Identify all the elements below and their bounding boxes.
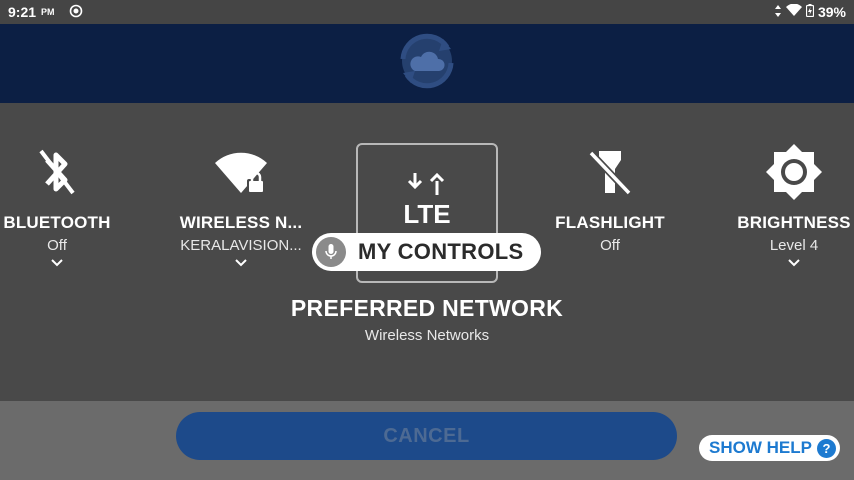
tile-value: Level 4 (769, 237, 819, 254)
my-controls-voice-pill[interactable]: MY CONTROLS (312, 233, 541, 271)
battery-icon (805, 4, 815, 20)
tile-value: KERALAVISION... (180, 237, 302, 254)
tile-value: Off (47, 237, 67, 254)
cloud-sync-icon (391, 29, 463, 98)
brightness-icon (724, 141, 854, 203)
tile-label: FLASHLIGHT (555, 213, 665, 232)
tile-flashlight[interactable]: FLASHLIGHT Off (540, 141, 680, 254)
status-ampm: PM (41, 7, 55, 17)
tile-label: WIRELESS N... (179, 213, 303, 232)
flashlight-off-icon (540, 141, 680, 203)
tile-brightness[interactable]: BRIGHTNESS Level 4 (724, 141, 854, 272)
mic-icon (316, 237, 346, 267)
chevron-down-icon[interactable] (171, 258, 311, 272)
selected-subtitle: Wireless Networks (364, 327, 490, 344)
lte-icon: LTE (401, 172, 453, 229)
lte-text: LTE (403, 199, 451, 229)
battery-percent: 39% (817, 4, 846, 20)
data-transfer-icon (774, 4, 782, 20)
tile-value: Off (600, 237, 620, 254)
quick-controls-screen: 9:21 PM 39% BLUETOOTH Off WIRELESS N... … (0, 0, 854, 480)
chevron-down-icon[interactable] (0, 258, 127, 272)
show-help-button[interactable]: SHOW HELP ? (699, 435, 840, 461)
cancel-button[interactable]: CANCEL (176, 412, 677, 460)
tile-label: BRIGHTNESS (737, 213, 851, 232)
header-bar (0, 24, 854, 103)
status-time: 9:21 (8, 4, 37, 20)
status-bar: 9:21 PM 39% (0, 0, 854, 24)
tile-label: BLUETOOTH (3, 213, 111, 232)
selected-title: PREFERRED NETWORK (290, 295, 564, 321)
bluetooth-off-icon (0, 141, 127, 203)
wifi-status-icon (785, 3, 802, 20)
tile-bluetooth[interactable]: BLUETOOTH Off (0, 141, 127, 272)
bottom-bar: CANCEL SHOW HELP ? (0, 401, 854, 480)
my-controls-label: MY CONTROLS (358, 239, 524, 264)
show-help-label: SHOW HELP (709, 438, 812, 457)
wifi-locked-icon (171, 141, 311, 203)
tile-wireless-networks[interactable]: WIRELESS N... KERALAVISION... (171, 141, 311, 272)
notification-icon (69, 4, 83, 21)
chevron-down-icon[interactable] (724, 258, 854, 272)
help-icon: ? (817, 439, 836, 458)
